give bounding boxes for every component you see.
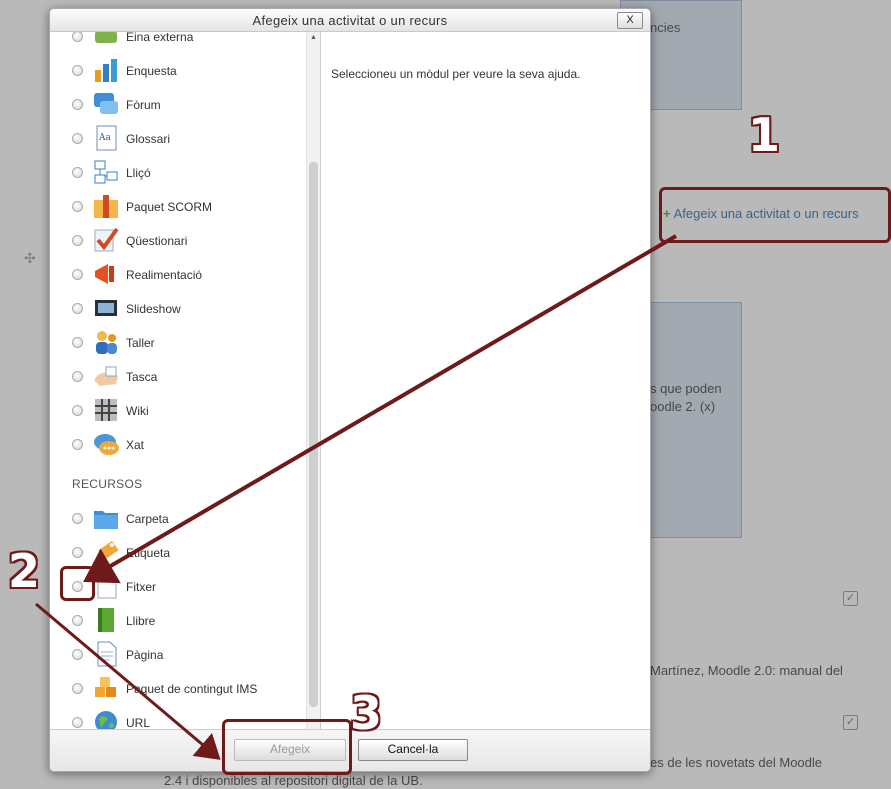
module-option-label: Xat (126, 438, 145, 452)
radio-button[interactable] (72, 717, 83, 728)
highlight-file-radio (60, 566, 95, 601)
workshop-icon (92, 328, 120, 356)
module-option-label: Qüestionari (126, 234, 188, 248)
quiz-icon (92, 226, 120, 254)
page-icon (92, 640, 120, 668)
ims-package-icon (92, 674, 120, 702)
module-option-label: Wiki (126, 404, 149, 418)
forum-icon (92, 90, 120, 118)
module-option-enquesta[interactable]: Enquesta (50, 53, 306, 87)
radio-button[interactable] (72, 235, 83, 246)
module-option-label: Fòrum (126, 98, 161, 112)
radio-button[interactable] (72, 683, 83, 694)
radio-button[interactable] (72, 303, 83, 314)
module-option-tasca[interactable]: Tasca (50, 359, 306, 393)
module-option-pagina[interactable]: Pàgina (50, 637, 306, 671)
module-option-label: Etiqueta (126, 546, 171, 560)
radio-button[interactable] (72, 167, 83, 178)
module-option-label: Slideshow (126, 302, 181, 316)
module-option-label: Fitxer (126, 580, 156, 594)
scroll-up-icon[interactable]: ▲ (310, 34, 317, 41)
radio-button[interactable] (72, 439, 83, 450)
module-option-label: Carpeta (126, 512, 169, 526)
module-option-eina-externa[interactable]: Eina externa (50, 32, 306, 53)
module-option-paquet-de-contingut-ims[interactable]: Paquet de contingut IMS (50, 671, 306, 705)
module-option-label: Tasca (126, 370, 158, 384)
puzzle-icon (92, 32, 120, 50)
close-button[interactable]: X (617, 12, 643, 29)
lesson-icon (92, 158, 120, 186)
folder-icon (92, 504, 120, 532)
radio-button[interactable] (72, 371, 83, 382)
radio-button[interactable] (72, 65, 83, 76)
svg-text:Aa: Aa (98, 133, 111, 143)
step-number-1: 1 (748, 108, 781, 162)
module-option-wiki[interactable]: Wiki (50, 393, 306, 427)
module-option-taller[interactable]: Taller (50, 325, 306, 359)
dialog-title: Afegeix una activitat o un recurs (252, 13, 448, 28)
module-option-label: Glossari (126, 132, 171, 146)
package-icon (92, 192, 120, 220)
file-icon (92, 572, 120, 600)
highlight-add-activity-link (659, 187, 891, 243)
module-option-label: Paquet de contingut IMS (126, 682, 258, 696)
radio-button[interactable] (72, 32, 83, 42)
highlight-add-button (222, 719, 352, 775)
slideshow-icon (92, 294, 120, 322)
module-options-list: Eina externa Enquesta Fòrum Aa Glossari Lliçó… (50, 32, 306, 729)
module-option-llibre[interactable]: Llibre (50, 603, 306, 637)
chat-icon (92, 430, 120, 458)
radio-button[interactable] (72, 133, 83, 144)
module-option-label: Llibre (126, 614, 156, 628)
module-option-forum[interactable]: Fòrum (50, 87, 306, 121)
module-option-label: Paquet SCORM (126, 200, 213, 214)
url-globe-icon (92, 708, 120, 729)
step-number-3: 3 (350, 686, 383, 740)
module-option-paquet-scorm[interactable]: Paquet SCORM (50, 189, 306, 223)
megaphone-icon (92, 260, 120, 288)
module-option-label: Taller (126, 336, 155, 350)
glossary-icon: Aa (92, 124, 120, 152)
resources-section-heading: RECURSOS (72, 477, 143, 491)
cancel-button[interactable]: Cancel·la (358, 739, 468, 761)
radio-button[interactable] (72, 615, 83, 626)
radio-button[interactable] (72, 547, 83, 558)
module-option-label: Eina externa (126, 32, 194, 44)
list-scrollbar[interactable]: ▲ (306, 32, 321, 729)
module-option-slideshow[interactable]: Slideshow (50, 291, 306, 325)
radio-button[interactable] (72, 649, 83, 660)
radio-button[interactable] (72, 337, 83, 348)
module-option-label: Realimentació (126, 268, 203, 282)
activity-chooser-dialog: Afegeix una activitat o un recurs X Eina… (49, 8, 651, 772)
module-option-label: Pàgina (126, 648, 164, 662)
radio-button[interactable] (72, 269, 83, 280)
dialog-header: Afegeix una activitat o un recurs X (50, 9, 650, 32)
radio-button[interactable] (72, 405, 83, 416)
radio-button[interactable] (72, 201, 83, 212)
help-text: Seleccioneu un mòdul per veure la seva a… (331, 67, 581, 81)
scrollbar-thumb[interactable] (309, 162, 318, 707)
bar-chart-icon (92, 56, 120, 84)
book-icon (92, 606, 120, 634)
module-option-carpeta[interactable]: Carpeta (50, 501, 306, 535)
module-option-glossari[interactable]: Aa Glossari (50, 121, 306, 155)
help-pane: Seleccioneu un mòdul per veure la seva a… (320, 32, 650, 729)
step-number-2: 2 (8, 544, 41, 598)
radio-button[interactable] (72, 513, 83, 524)
module-option-label: Enquesta (126, 64, 177, 78)
module-option-etiqueta[interactable]: Etiqueta (50, 535, 306, 569)
module-option-label: URL (126, 716, 151, 729)
assignment-icon (92, 362, 120, 390)
wiki-icon (92, 396, 120, 424)
module-option-label: Lliçó (126, 166, 151, 180)
label-icon (92, 538, 120, 566)
module-option-llico[interactable]: Lliçó (50, 155, 306, 189)
module-option-questionari[interactable]: Qüestionari (50, 223, 306, 257)
module-option-xat[interactable]: Xat (50, 427, 306, 461)
radio-button[interactable] (72, 99, 83, 110)
module-option-realimentacio[interactable]: Realimentació (50, 257, 306, 291)
